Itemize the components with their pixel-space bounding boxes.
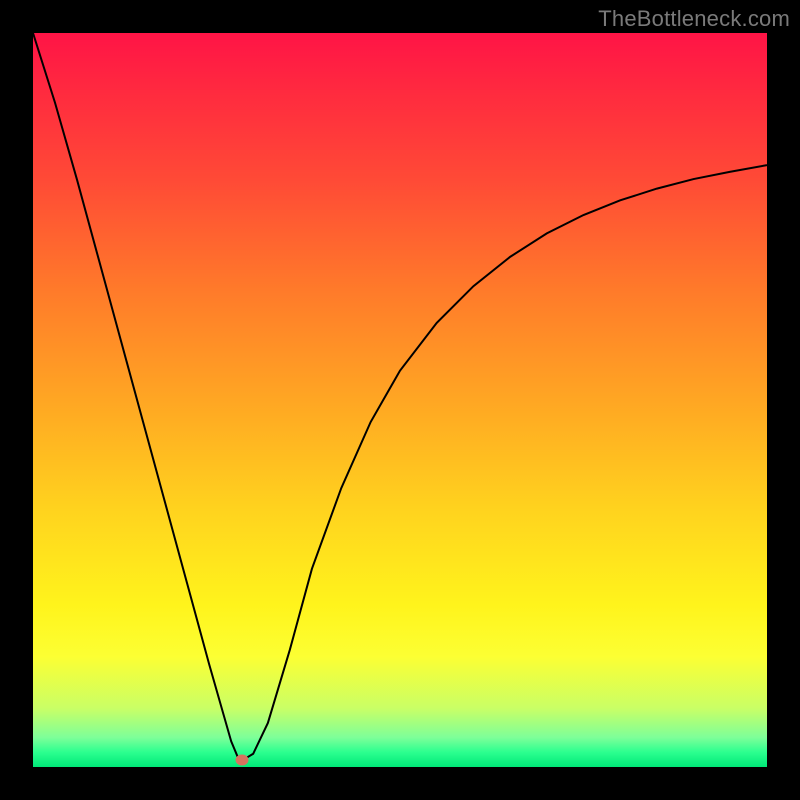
watermark-text: TheBottleneck.com: [598, 6, 790, 32]
chart-frame: TheBottleneck.com: [0, 0, 800, 800]
plot-area: [33, 33, 767, 767]
min-marker: [236, 755, 249, 766]
bottleneck-curve: [33, 33, 767, 767]
curve-path: [33, 33, 767, 759]
